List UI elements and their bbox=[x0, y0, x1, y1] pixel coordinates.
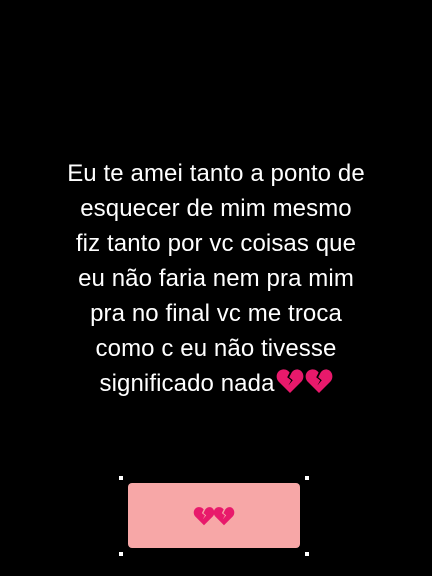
quote-line-3: fiz tanto por vc coisas que bbox=[75, 230, 357, 257]
sticker-selection-frame[interactable] bbox=[119, 476, 309, 556]
broken-heart-sticker[interactable] bbox=[128, 483, 300, 548]
quote-text: Eu te amei tanto a ponto de esquecer de … bbox=[0, 156, 432, 401]
quote-line-7-wrapper: significado nada bbox=[0, 366, 432, 401]
broken-heart-icon bbox=[305, 369, 332, 393]
quote-line-7: significado nada bbox=[99, 370, 275, 397]
quote-line-5: pra no final vc me troca bbox=[90, 300, 342, 327]
quote-line-6: como c eu não tivesse bbox=[95, 335, 337, 362]
resize-handle-bottom-left[interactable] bbox=[119, 552, 123, 556]
resize-handle-top-right[interactable] bbox=[305, 476, 309, 480]
broken-heart-icon bbox=[276, 369, 303, 393]
quote-line-2: esquecer de mim mesmo bbox=[80, 195, 352, 222]
broken-heart-icon bbox=[193, 506, 215, 525]
resize-handle-top-left[interactable] bbox=[119, 476, 123, 480]
quote-line-4: eu não faria nem pra mim bbox=[78, 265, 354, 292]
resize-handle-bottom-right[interactable] bbox=[305, 552, 309, 556]
broken-heart-icon bbox=[213, 506, 235, 525]
quote-line-1: Eu te amei tanto a ponto de bbox=[67, 160, 365, 187]
